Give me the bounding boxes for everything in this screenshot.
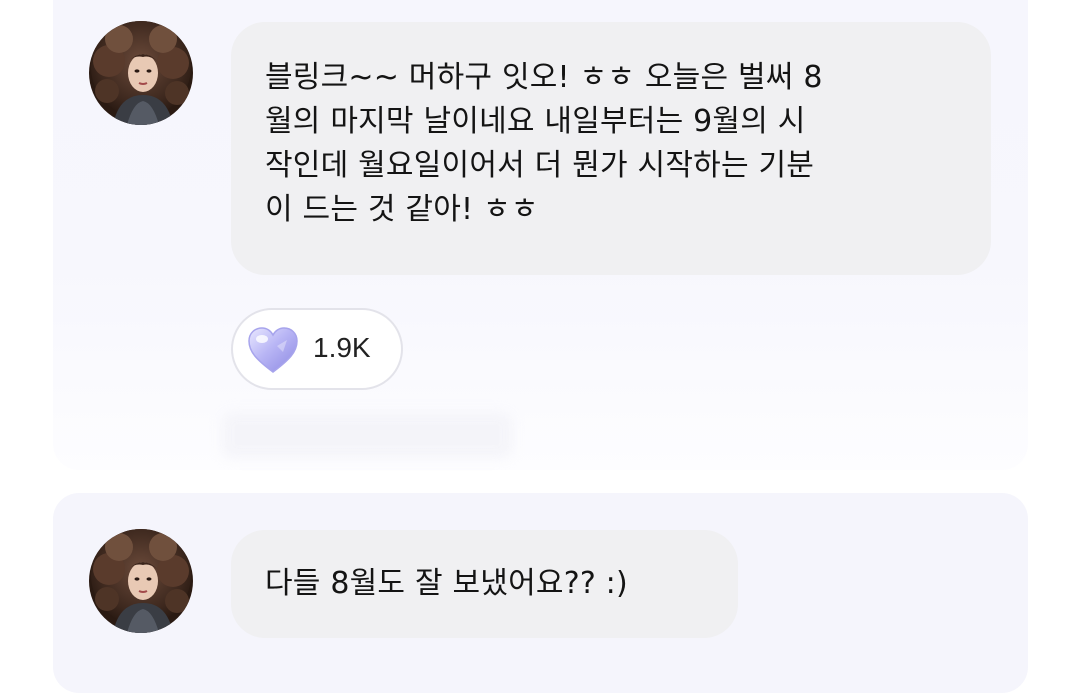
message-line: 이 드는 것 같아! ㅎㅎ — [265, 192, 539, 227]
avatar-image — [89, 529, 193, 633]
reaction-count: 1.9K — [313, 332, 371, 363]
avatar[interactable] — [89, 529, 193, 633]
reaction-button[interactable]: 1.9K — [231, 308, 403, 390]
message-bubble: 다들 8월도 잘 보냈어요?? :) — [231, 530, 738, 638]
heart-icon — [248, 327, 298, 373]
message-line: 블링크~~ 머하구 잇오! ㅎㅎ 오늘은 벌써 8 — [265, 60, 823, 95]
message-line: 다들 8월도 잘 보냈어요?? :) — [265, 566, 628, 601]
blurred-placeholder — [222, 412, 512, 458]
avatar-image — [89, 21, 193, 125]
avatar[interactable] — [89, 21, 193, 125]
message-line: 월의 마지막 날이네요 내일부터는 9월의 시 — [265, 104, 806, 139]
message-bubble: 블링크~~ 머하구 잇오! ㅎㅎ 오늘은 벌써 8 월의 마지막 날이네요 내일… — [231, 22, 991, 275]
message-line: 작인데 월요일이어서 더 뭔가 시작하는 기분 — [265, 148, 815, 183]
